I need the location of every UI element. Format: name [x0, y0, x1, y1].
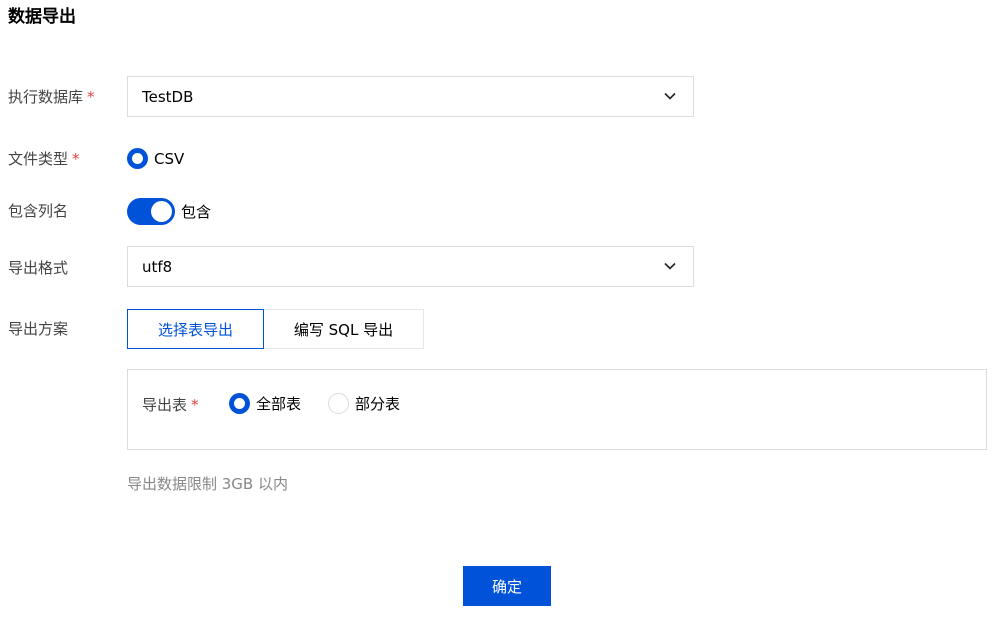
required-mark: * [72, 150, 80, 168]
confirm-button[interactable]: 确定 [463, 566, 551, 606]
page-title: 数据导出 [8, 7, 76, 27]
export-format-select[interactable]: utf8 [127, 246, 694, 287]
database-select-value: TestDB [142, 87, 194, 106]
export-table-partial-label: 部分表 [355, 394, 401, 413]
radio-selected-icon [127, 148, 148, 169]
database-label: 执行数据库 * [8, 87, 95, 107]
export-format-label: 导出格式 [8, 259, 69, 277]
include-columns-toggle[interactable] [127, 198, 175, 225]
export-table-all-label: 全部表 [256, 394, 302, 413]
required-mark: * [87, 88, 95, 106]
export-format-select-value: utf8 [142, 257, 173, 276]
chevron-down-icon [664, 262, 676, 270]
export-table-label: 导出表 * [142, 395, 199, 415]
file-type-csv-label: CSV [154, 149, 185, 168]
include-columns-toggle-label: 包含 [181, 203, 212, 221]
export-table-partial-radio[interactable]: 部分表 [328, 393, 400, 414]
database-label-text: 执行数据库 [8, 88, 84, 106]
radio-selected-icon [229, 393, 250, 414]
tab-select-table-export[interactable]: 选择表导出 [127, 309, 264, 349]
tab-sql-export[interactable]: 编写 SQL 导出 [263, 309, 424, 349]
toggle-knob [151, 201, 172, 222]
export-table-all-radio[interactable]: 全部表 [229, 393, 301, 414]
file-type-label-text: 文件类型 [8, 150, 69, 168]
include-columns-label: 包含列名 [8, 202, 69, 220]
export-limit-hint: 导出数据限制 3GB 以内 [127, 475, 288, 493]
database-select[interactable]: TestDB [127, 76, 694, 117]
radio-unselected-icon [328, 393, 349, 414]
file-type-csv-radio[interactable]: CSV [127, 148, 184, 169]
required-mark: * [191, 396, 199, 414]
data-export-page: 数据导出 执行数据库 * TestDB 文件类型 * CSV 包含列名 包含 导出格… [0, 0, 998, 617]
export-plan-label: 导出方案 [8, 320, 69, 338]
export-table-panel: 导出表 * 全部表 部分表 [127, 369, 987, 450]
chevron-down-icon [664, 92, 676, 100]
file-type-label: 文件类型 * [8, 149, 80, 169]
export-table-label-text: 导出表 [142, 396, 188, 414]
